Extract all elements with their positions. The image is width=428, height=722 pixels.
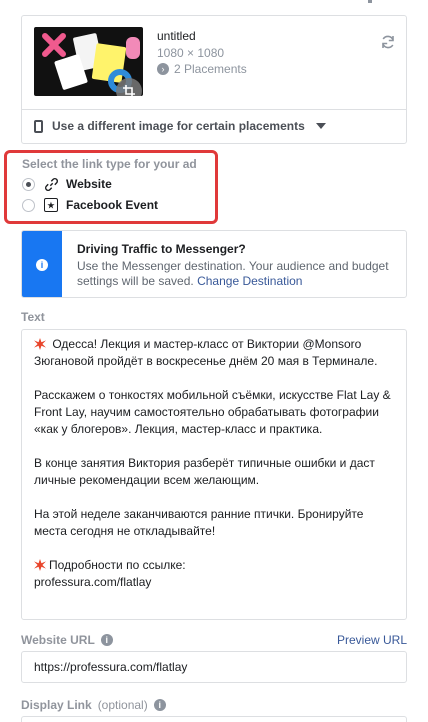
link-icon [43, 176, 59, 192]
radio-button-selected[interactable] [22, 177, 35, 191]
different-image-dropdown[interactable]: Use a different image for certain placem… [34, 119, 326, 133]
info-strip: i [22, 231, 62, 297]
placements-toggle[interactable]: › 2 Placements [157, 62, 247, 76]
website-option-label: Website [66, 177, 112, 191]
text-paragraph: В конце занятия Виктория разберёт типичн… [34, 456, 375, 487]
info-body: Use the Messenger destination. Your audi… [77, 259, 397, 289]
pink-x-graphic [42, 33, 66, 57]
preview-url-link[interactable]: Preview URL [337, 633, 407, 647]
thumbnail-shape-graphic [126, 37, 140, 59]
phone-icon [34, 119, 43, 133]
collision-icon [34, 338, 46, 350]
media-card: untitled 1080 × 1080 › 2 Placements Use … [21, 15, 407, 144]
caret-down-icon [315, 123, 326, 129]
placements-label: 2 Placements [174, 62, 247, 76]
refresh-icon[interactable] [380, 34, 396, 50]
chevron-right-icon: › [157, 63, 169, 75]
text-paragraph: Расскажем о тонкостях мобильной съёмки, … [34, 388, 391, 436]
text-paragraph: На этой неделе заканчиваются ранние птич… [34, 507, 364, 538]
event-icon: ★ [43, 197, 59, 213]
info-icon[interactable]: i [100, 634, 113, 646]
facebook-event-option-label: Facebook Event [66, 198, 159, 212]
different-image-label: Use a different image for certain placem… [52, 119, 305, 133]
ad-image-thumbnail[interactable] [34, 27, 143, 96]
crop-button[interactable] [116, 78, 142, 96]
ad-text-area[interactable]: Одесса! Лекция и мастер-класс от Виктори… [21, 329, 407, 620]
text-paragraph: Одесса! Лекция и мастер-класс от Виктори… [34, 337, 378, 368]
display-link-label: Display Link [21, 698, 92, 712]
link-type-label: Select the link type for your ad [22, 157, 197, 171]
display-link-label-row: Display Link (optional) i [21, 698, 166, 712]
radio-button[interactable] [22, 198, 35, 212]
radio-website[interactable]: Website [22, 176, 112, 192]
website-url-label: Website URL [21, 633, 95, 647]
change-destination-link[interactable]: Change Destination [197, 274, 302, 288]
info-title: Driving Traffic to Messenger? [77, 242, 246, 256]
divider [22, 109, 406, 110]
optional-tag: (optional) [97, 698, 148, 712]
text-paragraph: Подробности по ссылке: professura.com/fla… [34, 558, 186, 589]
website-url-label-row: Website URL i [21, 633, 113, 647]
media-dimensions: 1080 × 1080 [157, 46, 225, 60]
collision-icon [34, 559, 46, 571]
scroll-edge-marker [368, 0, 372, 3]
info-icon[interactable]: i [153, 699, 166, 711]
radio-dot [26, 181, 31, 187]
website-url-value: https://professura.com/flatlay [34, 660, 188, 674]
text-label: Text [21, 310, 45, 324]
website-url-input[interactable]: https://professura.com/flatlay [21, 651, 407, 683]
display-link-input[interactable] [21, 716, 407, 722]
crop-icon [123, 85, 135, 96]
messenger-info-banner: i Driving Traffic to Messenger? Use the … [21, 230, 407, 298]
info-icon: i [36, 259, 48, 271]
media-title: untitled [157, 29, 196, 43]
radio-facebook-event[interactable]: ★ Facebook Event [22, 197, 158, 213]
